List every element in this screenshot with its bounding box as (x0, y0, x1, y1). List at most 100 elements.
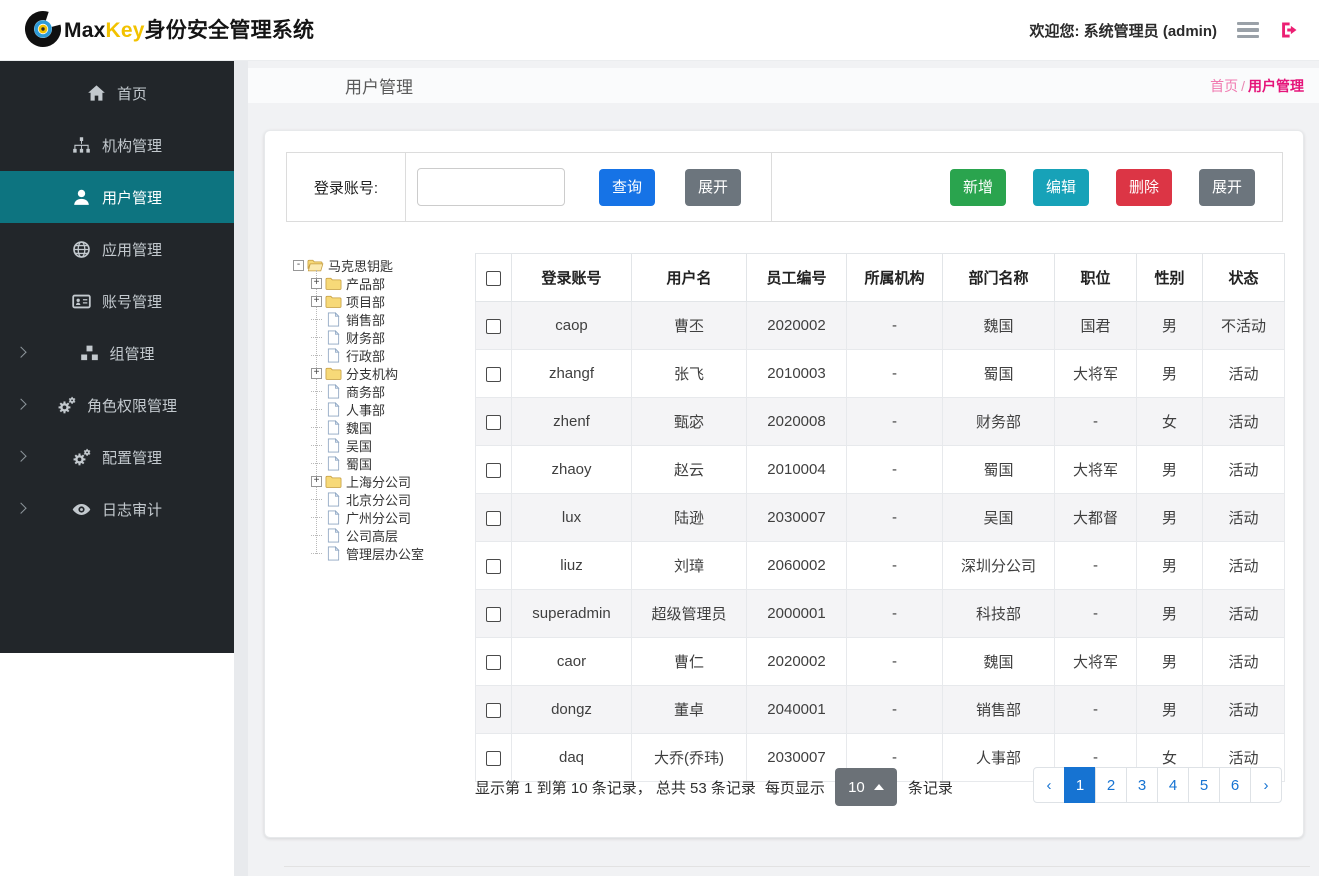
sidebar-item-role[interactable]: 角色权限管理 (0, 379, 234, 431)
tree-node[interactable]: - 马克思钥匙 (293, 256, 473, 274)
search-expand-button[interactable]: 展开 (685, 168, 742, 206)
user-icon (72, 187, 92, 207)
page-6-button[interactable]: 6 (1219, 767, 1251, 803)
cell: - (846, 541, 943, 590)
sidebar-item-group[interactable]: 组管理 (0, 327, 234, 379)
tree-node[interactable]: 人事部 (293, 400, 473, 418)
breadcrumb-separator: / (1241, 77, 1245, 94)
tree-node[interactable]: 商务部 (293, 382, 473, 400)
cell: lux (511, 493, 632, 542)
page-2-button[interactable]: 2 (1095, 767, 1127, 803)
brand-logo[interactable]: MaxKey身份安全管理系统 (24, 10, 314, 48)
chevron-right-icon (15, 450, 27, 462)
edit-button[interactable]: 编辑 (1032, 168, 1089, 206)
row-checkbox[interactable] (486, 366, 501, 382)
row-checkbox[interactable] (486, 510, 501, 526)
page-prev-button[interactable]: ‹ (1033, 767, 1065, 803)
page-1-button[interactable]: 1 (1064, 767, 1096, 803)
tree-expand-icon[interactable]: + (311, 475, 322, 487)
toolbar-expand-button[interactable]: 展开 (1198, 168, 1255, 206)
row-select-cell (475, 637, 512, 686)
row-checkbox[interactable] (486, 750, 501, 766)
tree-node-label: 公司高层 (346, 528, 399, 544)
tree-node[interactable]: 魏国 (293, 418, 473, 436)
row-checkbox[interactable] (486, 462, 501, 478)
table-row[interactable]: caor 曹仁 2020002- 魏国 大将军男活动 (475, 637, 1285, 686)
table-row[interactable]: superadmin 超级管理员 2000001- 科技部 - 男活动 (475, 589, 1285, 638)
sidebar-item-config[interactable]: 配置管理 (0, 431, 234, 483)
table-row[interactable]: zhangf 张飞 2010003- 蜀国 大将军男活动 (475, 349, 1285, 398)
row-checkbox[interactable] (486, 558, 501, 574)
page-4-button[interactable]: 4 (1157, 767, 1189, 803)
cell: superadmin (511, 589, 632, 638)
page-next-button[interactable]: › (1250, 767, 1282, 803)
maxkey-logo-icon (24, 10, 62, 48)
login-account-input[interactable] (417, 168, 565, 206)
sidebar-item-user[interactable]: 用户管理 (0, 171, 234, 223)
tree-node[interactable]: 销售部 (293, 310, 473, 328)
page-size-dropdown[interactable]: 10 (834, 768, 897, 806)
table-row[interactable]: liuz 刘璋 2060002- 深圳分公司 - 男活动 (475, 541, 1285, 590)
table-row[interactable]: zhenf 甄宓 2020008- 财务部 - 女活动 (475, 397, 1285, 446)
top-header: MaxKey身份安全管理系统 欢迎您: 系统管理员 (admin) (0, 0, 1319, 61)
table-row[interactable]: dongz 董卓 2040001- 销售部 - 男活动 (475, 685, 1285, 734)
pagination-info: 显示第 1 到第 10 条记录， 总共 53 条记录 每页显示 10 条记录 (475, 767, 953, 807)
tree-node[interactable]: 广州分公司 (293, 508, 473, 526)
row-select-cell (475, 397, 512, 446)
cell: - (846, 637, 943, 686)
row-checkbox[interactable] (486, 318, 501, 334)
file-icon (325, 419, 342, 435)
tree-node[interactable]: + 上海分公司 (293, 472, 473, 490)
tree-collapse-icon[interactable]: - (293, 259, 304, 271)
table-row[interactable]: zhaoy 赵云 2010004- 蜀国 大将军男活动 (475, 445, 1285, 494)
folder-icon (325, 474, 342, 489)
delete-button[interactable]: 删除 (1115, 168, 1172, 206)
page-3-button[interactable]: 3 (1126, 767, 1158, 803)
records-summary: 显示第 1 到第 10 条记录， 总共 53 条记录 (475, 779, 756, 797)
cell: 董卓 (631, 685, 747, 734)
breadcrumb: 首页 / 用户管理 (1210, 76, 1304, 96)
column-header: 登录账号 (511, 253, 632, 302)
tree-expand-icon[interactable]: + (311, 295, 322, 307)
logout-icon[interactable] (1279, 20, 1299, 40)
cell: - (846, 445, 943, 494)
row-checkbox[interactable] (486, 606, 501, 622)
page-5-button[interactable]: 5 (1188, 767, 1220, 803)
row-checkbox[interactable] (486, 702, 501, 718)
tree-node[interactable]: 行政部 (293, 346, 473, 364)
tree-expand-icon[interactable]: + (311, 367, 322, 379)
tree-node[interactable]: 公司高层 (293, 526, 473, 544)
brand-title: MaxKey身份安全管理系统 (64, 19, 315, 42)
select-all-checkbox[interactable] (486, 270, 501, 286)
row-checkbox[interactable] (486, 654, 501, 670)
menu-icon[interactable] (1237, 18, 1259, 43)
footer-divider (284, 866, 1310, 867)
cell: 蜀国 (942, 445, 1055, 494)
cell: caop (511, 301, 632, 350)
cell: 男 (1136, 493, 1203, 542)
sidebar-item-audit[interactable]: 日志审计 (0, 483, 234, 535)
tree-node[interactable]: + 项目部 (293, 292, 473, 310)
cell: 大都督 (1054, 493, 1137, 542)
sidebar-item-org[interactable]: 机构管理 (0, 119, 234, 171)
tree-node[interactable]: + 分支机构 (293, 364, 473, 382)
tree-node[interactable]: 吴国 (293, 436, 473, 454)
sidebar-item-home[interactable]: 首页 (0, 67, 234, 119)
sidebar-item-account[interactable]: 账号管理 (0, 275, 234, 327)
tree-node[interactable]: 财务部 (293, 328, 473, 346)
row-checkbox[interactable] (486, 414, 501, 430)
sidebar-item-label: 日志审计 (101, 501, 162, 519)
tree-node[interactable]: 管理层办公室 (293, 544, 473, 562)
cell: 2020002 (746, 637, 847, 686)
tree-node[interactable]: 蜀国 (293, 454, 473, 472)
table-row[interactable]: caop 曹丕 2020002- 魏国 国君男不活动 (475, 301, 1285, 350)
tree-node[interactable]: + 产品部 (293, 274, 473, 292)
sidebar-item-app[interactable]: 应用管理 (0, 223, 234, 275)
tree-expand-icon[interactable]: + (311, 277, 322, 289)
tree-node[interactable]: 北京分公司 (293, 490, 473, 508)
query-button[interactable]: 查询 (599, 168, 656, 206)
add-button[interactable]: 新增 (949, 168, 1006, 206)
gears-icon (57, 395, 77, 415)
breadcrumb-home-link[interactable]: 首页 (1210, 78, 1238, 94)
table-row[interactable]: lux 陆逊 2030007- 吴国 大都督男活动 (475, 493, 1285, 542)
